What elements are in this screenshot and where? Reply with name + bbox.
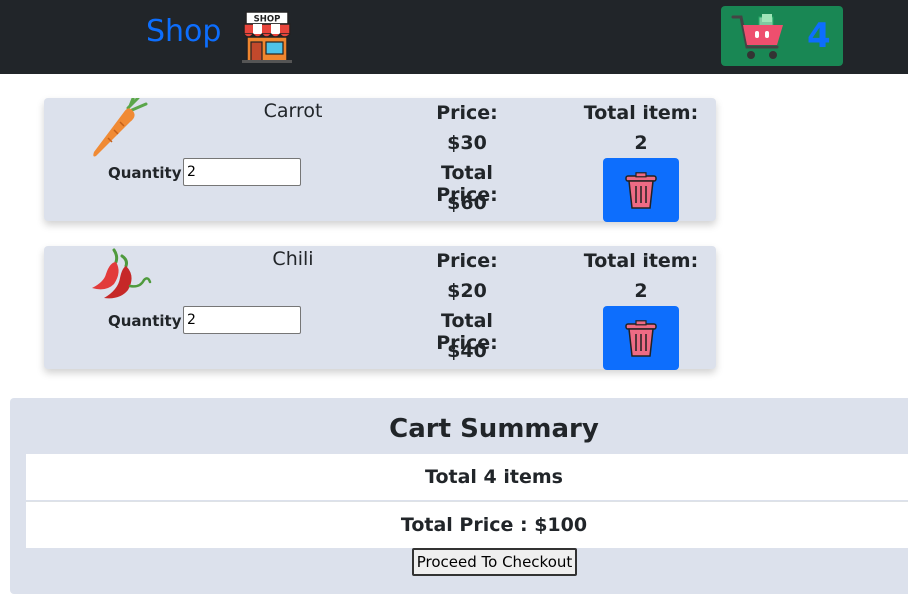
price-value: $30 [447, 132, 487, 154]
cart-button[interactable]: 4 [721, 6, 843, 66]
item-name: Carrot [263, 100, 323, 122]
cart-item-card: Carrot Quantity : Price: $30 Total Price… [44, 94, 716, 222]
summary-total-price: Total Price : $100 [400, 514, 588, 536]
trash-icon [625, 172, 657, 209]
proceed-to-checkout-button[interactable]: Proceed To Checkout [412, 548, 577, 576]
total-price-value: $60 [447, 192, 487, 214]
summary-total-items-row: Total 4 items [26, 454, 908, 500]
cart-summary-title: Cart Summary [389, 414, 599, 444]
total-price-value: $40 [447, 340, 487, 362]
navbar: Shop SHOP 4 [0, 0, 908, 74]
price-label: Price: [436, 250, 498, 272]
shop-storefront-icon: SHOP [240, 10, 294, 64]
brand-link[interactable]: Shop [146, 14, 221, 49]
price-label: Price: [436, 102, 498, 124]
trash-icon [625, 320, 657, 357]
shopping-cart-icon [731, 11, 787, 63]
quantity-input[interactable] [183, 158, 301, 186]
total-item-value: 2 [634, 132, 648, 154]
cart-summary-panel: Cart Summary Total 4 items Total Price :… [10, 398, 908, 594]
price-value: $20 [447, 280, 487, 302]
delete-item-button[interactable] [603, 306, 679, 370]
svg-text:SHOP: SHOP [254, 15, 281, 25]
item-name: Chili [272, 248, 314, 270]
chili-pepper-icon [88, 246, 154, 306]
quantity-input[interactable] [183, 306, 301, 334]
cart-item-card: Chili Quantity : Price: $20 Total Price:… [44, 246, 716, 370]
total-item-label: Total item: [583, 102, 699, 124]
total-item-value: 2 [634, 280, 648, 302]
carrot-icon [88, 94, 154, 158]
summary-total-price-row: Total Price : $100 [26, 501, 908, 548]
summary-total-items: Total 4 items [425, 466, 563, 488]
quantity-label: Quantity : [108, 312, 193, 330]
delete-item-button[interactable] [603, 158, 679, 222]
cart-count-badge: 4 [807, 16, 831, 56]
quantity-label: Quantity : [108, 164, 193, 182]
total-item-label: Total item: [583, 250, 699, 272]
